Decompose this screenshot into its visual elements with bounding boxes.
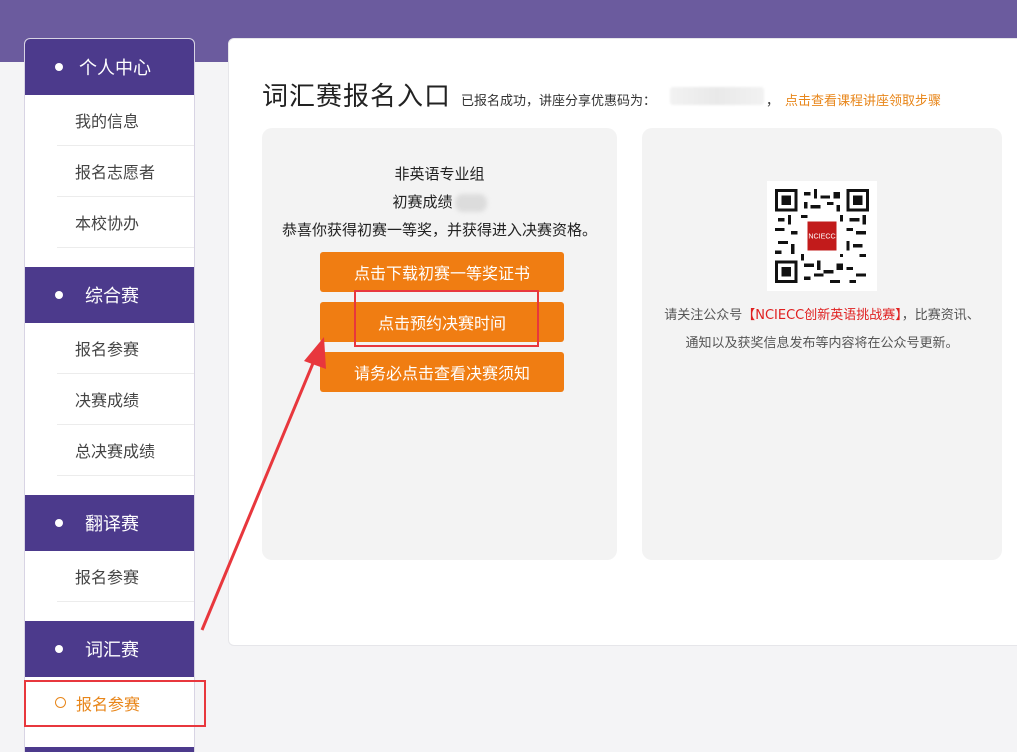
- follow-prefix: 请关注公众号: [664, 308, 743, 323]
- sidebar-item-comprehensive-register[interactable]: 报名参赛: [57, 323, 194, 374]
- comma-text: ，: [766, 94, 780, 109]
- section-header-comprehensive[interactable]: 综合赛: [25, 267, 194, 323]
- score-label: 初赛成绩: [392, 193, 453, 211]
- sidebar-item-final-score[interactable]: 决赛成绩: [57, 374, 194, 425]
- page-title: 词汇赛报名入口: [262, 82, 452, 112]
- section-header-vocabulary[interactable]: 词汇赛: [25, 621, 194, 677]
- group-name: 非英语专业组: [394, 165, 485, 183]
- section-title: 综合赛: [85, 286, 139, 307]
- section-title: 翻译赛: [85, 514, 139, 535]
- official-account-name: 【NCIECC创新英语挑战赛】: [742, 308, 902, 323]
- score-value-redacted: [454, 193, 487, 212]
- section-title: 个人中心: [79, 58, 151, 79]
- course-steps-link[interactable]: 点击查看课程讲座领取步骤: [785, 90, 941, 109]
- section-header-personal[interactable]: 个人中心: [25, 39, 194, 95]
- follow-text: 请关注公众号【NCIECC创新英语挑战赛】，比赛资讯、通知以及获奖信息发布等内容…: [662, 302, 982, 358]
- coupon-code-redacted: [670, 87, 765, 105]
- section-header-next[interactable]: [25, 747, 194, 752]
- bullet-icon: [55, 519, 63, 527]
- title-row: 词汇赛报名入口 已报名成功，讲座分享优惠码为： ， 点击查看课程讲座领取步骤: [262, 76, 941, 116]
- qr-logo-text: NCIECC: [808, 233, 835, 241]
- sidebar-item-volunteer[interactable]: 报名志愿者: [57, 146, 194, 197]
- annotation-box-book-button: [354, 290, 539, 347]
- bullet-icon: [55, 291, 63, 299]
- sidebar-item-grand-final-score[interactable]: 总决赛成绩: [57, 425, 194, 476]
- section-header-translation[interactable]: 翻译赛: [25, 495, 194, 551]
- qr-code-image: NCIECC: [767, 181, 877, 291]
- annotation-box-sidebar-item: [24, 680, 206, 727]
- score-row: 初赛成绩: [262, 191, 617, 212]
- final-notice-button[interactable]: 请务必点击查看决赛须知: [320, 352, 564, 392]
- sidebar-item-translation-register[interactable]: 报名参赛: [57, 551, 194, 602]
- sidebar-item-my-info[interactable]: 我的信息: [57, 95, 194, 146]
- section-title: 词汇赛: [85, 640, 139, 661]
- bullet-icon: [55, 63, 63, 71]
- download-certificate-button[interactable]: 点击下载初赛一等奖证书: [320, 252, 564, 292]
- bullet-icon: [55, 645, 63, 653]
- congrats-text: 恭喜你获得初赛一等奖，并获得进入决赛资格。: [281, 221, 597, 239]
- sidebar-item-school-coorganize[interactable]: 本校协办: [57, 197, 194, 248]
- success-text: 已报名成功，讲座分享优惠码为：: [461, 94, 657, 109]
- sidebar: 个人中心 我的信息 报名志愿者 本校协办 综合赛 报名参赛 决赛成绩 总决赛成绩…: [24, 38, 195, 752]
